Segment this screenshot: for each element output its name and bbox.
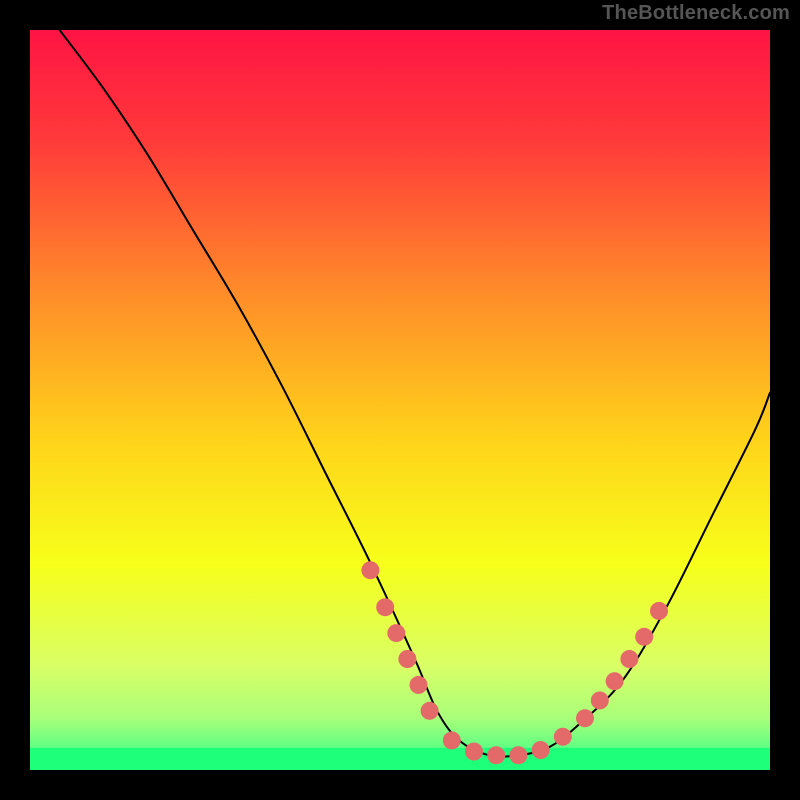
curve-marker	[410, 676, 428, 694]
curve-marker	[387, 624, 405, 642]
curve-marker	[487, 746, 505, 764]
curve-marker	[361, 561, 379, 579]
curve-marker	[398, 650, 416, 668]
curve-marker	[421, 702, 439, 720]
watermark-text: TheBottleneck.com	[602, 2, 790, 25]
curve-marker	[606, 672, 624, 690]
chart-frame: TheBottleneck.com	[0, 0, 800, 800]
curve-marker	[465, 743, 483, 761]
curve-marker	[509, 746, 527, 764]
curve-marker	[443, 731, 461, 749]
green-optimal-band	[30, 748, 770, 770]
curve-marker	[620, 650, 638, 668]
curve-marker	[650, 602, 668, 620]
curve-marker	[376, 598, 394, 616]
curve-marker	[591, 691, 609, 709]
curve-marker	[554, 728, 572, 746]
curve-marker	[576, 709, 594, 727]
bottleneck-curve-chart	[0, 0, 800, 800]
curve-marker	[532, 741, 550, 759]
curve-marker	[635, 628, 653, 646]
